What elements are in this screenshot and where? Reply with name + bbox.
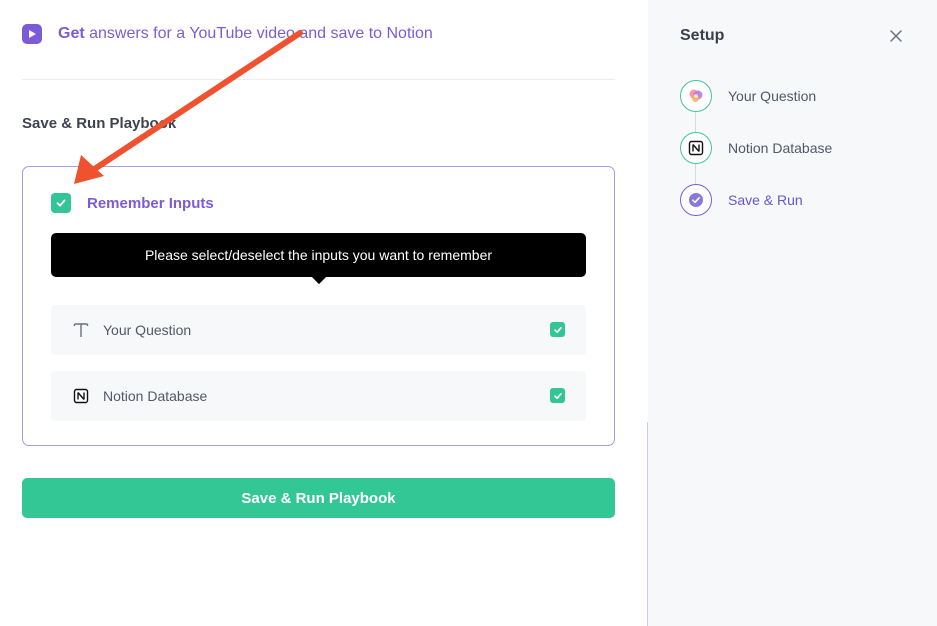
remember-inputs-label: Remember Inputs [87,194,214,212]
checkmark-icon [553,326,562,333]
input-checkbox-notion-database[interactable] [550,388,565,403]
ai-orb-icon [680,80,712,112]
tooltip-caret [311,269,327,285]
step-your-question[interactable]: Your Question [680,80,816,112]
notion-icon [680,132,712,164]
check-circle-icon [680,184,712,216]
remember-inputs-checkbox[interactable] [51,193,71,213]
remember-inputs-card: Remember Inputs Please select/deselect t… [22,166,615,446]
playbook-title: Get answers for a YouTube video and save… [58,25,433,43]
step-label-your-question: Your Question [728,88,817,104]
step-save-run[interactable]: Save & Run [680,184,803,216]
remember-inputs-row[interactable]: Remember Inputs [51,193,214,213]
notion-icon [71,386,91,406]
close-icon[interactable] [888,28,904,44]
header-divider [22,79,615,80]
checkmark-icon [56,199,66,207]
input-checkbox-your-question[interactable] [550,322,565,337]
step-label-notion-database: Notion Database [728,140,833,156]
playbook-title-rest: answers for a YouTube video and save to … [84,25,433,42]
app-root: Get answers for a YouTube video and save… [0,0,937,626]
text-type-icon [71,320,91,340]
input-label-notion-database: Notion Database [103,388,208,404]
save-run-playbook-button[interactable]: Save & Run Playbook [22,478,615,518]
checkmark-icon [553,392,562,399]
input-row-your-question[interactable]: Your Question [51,305,586,355]
step-label-save-run: Save & Run [728,192,803,208]
step-notion-database[interactable]: Notion Database [680,132,832,164]
section-title: Save & Run Playbook [22,115,177,132]
input-label-your-question: Your Question [103,322,192,338]
setup-side-panel: Setup Your Question Notion Database Save… [648,0,937,626]
play-icon [22,24,42,44]
playbook-header: Get answers for a YouTube video and save… [22,24,433,44]
tooltip: Please select/deselect the inputs you wa… [51,233,586,285]
setup-title: Setup [680,27,725,44]
tooltip-text: Please select/deselect the inputs you wa… [144,247,493,263]
playbook-title-verb: Get [58,25,85,42]
input-row-notion-database[interactable]: Notion Database [51,371,586,421]
